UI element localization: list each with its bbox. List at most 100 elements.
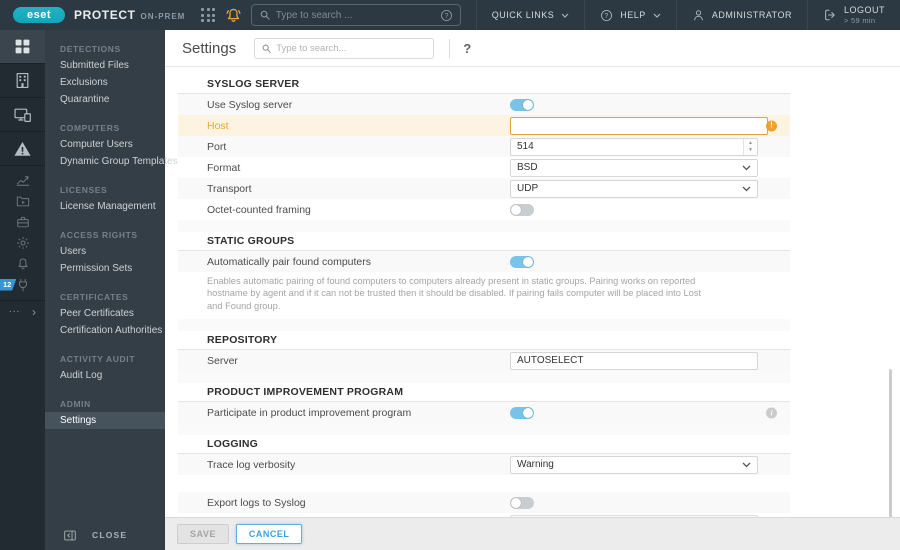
number-stepper[interactable]: ▴ ▾ xyxy=(743,138,757,155)
export-logs-to-syslog-toggle[interactable] xyxy=(510,496,534,509)
automatically-pair-found-computers-toggle[interactable] xyxy=(510,255,534,268)
field-label: Export logs to Syslog xyxy=(207,496,306,509)
main-panel: Settings ? SYSLOG SERVER Use Syslog serve… xyxy=(165,30,900,550)
toggle-knob xyxy=(523,99,533,110)
selected-value: Warning xyxy=(517,459,554,471)
participate-in-product-improvement-program-toggle[interactable] xyxy=(510,406,534,419)
save-button[interactable]: SAVE xyxy=(177,524,229,544)
nav-section-heading: CERTIFICATES xyxy=(60,292,129,302)
toggle-knob xyxy=(511,204,521,215)
logout-icon xyxy=(823,8,837,22)
help-icon[interactable]: ? xyxy=(463,41,471,56)
rail-installers-briefcase-button[interactable] xyxy=(0,211,45,232)
rail-tasks-folder-button[interactable] xyxy=(0,190,45,211)
host-input[interactable] xyxy=(510,116,768,135)
sidebar-item-exclusions[interactable]: Exclusions xyxy=(45,74,165,91)
section-gap xyxy=(178,220,790,232)
sidebar-item-audit-log[interactable]: Audit Log xyxy=(45,367,165,384)
administrator-menu[interactable]: ADMINISTRATOR xyxy=(675,0,807,30)
nav-section-heading: DETECTIONS xyxy=(60,44,121,54)
sidebar: DETECTIONS Submitted Files Exclusions Quara… xyxy=(45,30,178,550)
form-row-trace-log-verbosity: Trace log verbosity Warning xyxy=(178,454,790,476)
installers-briefcase-icon xyxy=(16,215,30,229)
form-row-participate-in-product-improvement-program: Participate in product improvement progr… xyxy=(178,402,790,424)
sidebar-item-settings[interactable]: Settings xyxy=(45,412,165,429)
rail-notifications-bell-button[interactable] xyxy=(0,253,45,274)
quick-links-label: QUICK LINKS xyxy=(491,10,555,20)
field-label: Trace log verbosity xyxy=(207,458,296,471)
logout-menu[interactable]: LOGOUT > 59 min xyxy=(806,0,900,30)
svg-text:?: ? xyxy=(605,12,609,19)
scrollbar-thumb[interactable] xyxy=(889,369,892,518)
nav-section-heading: ADMIN xyxy=(60,399,91,409)
search-icon xyxy=(259,9,271,21)
apps-grid-icon[interactable] xyxy=(201,8,216,22)
sidebar-item-submitted-files[interactable]: Submitted Files xyxy=(45,57,165,74)
policies-gear-icon xyxy=(16,236,30,250)
sidebar-item-permission-sets[interactable]: Permission Sets xyxy=(45,260,165,277)
cancel-button[interactable]: CANCEL xyxy=(235,524,303,544)
chevron-down-icon xyxy=(742,462,751,468)
repository-server-input[interactable] xyxy=(510,351,758,370)
eset-logo[interactable]: eset xyxy=(13,7,65,23)
section-gap xyxy=(178,371,790,384)
global-search-input[interactable] xyxy=(270,9,440,21)
rail-dashboard-button[interactable] xyxy=(0,30,45,64)
settings-search[interactable] xyxy=(254,37,435,59)
rail-detections-warning-button[interactable] xyxy=(0,132,45,166)
rail-more-button[interactable]: ... › xyxy=(0,300,45,323)
section-heading: PRODUCT IMPROVEMENT PROGRAM xyxy=(178,383,790,403)
section-gap xyxy=(178,423,790,436)
rail-policies-gear-button[interactable] xyxy=(0,232,45,253)
eset-logo-text: eset xyxy=(26,9,52,21)
rail-reports-chart-button[interactable] xyxy=(0,169,45,190)
trace-log-verbosity-select[interactable]: Warning xyxy=(510,455,758,474)
sidebar-item-peer-certificates[interactable]: Peer Certificates xyxy=(45,305,165,322)
rail-devices-button[interactable] xyxy=(0,98,45,132)
search-icon xyxy=(261,43,272,54)
selected-value: BSD xyxy=(517,162,538,173)
nav-section-heading: COMPUTERS xyxy=(60,123,120,133)
notifications-bell-icon[interactable] xyxy=(225,7,242,24)
port-input[interactable] xyxy=(510,137,758,156)
help-circle-icon: ? xyxy=(600,9,613,22)
topbar: eset PROTECT ON-PREM ? QUICK LINKS ? xyxy=(0,0,900,30)
detections-warning-icon xyxy=(13,140,32,158)
field-label: Port xyxy=(207,140,227,153)
sidebar-item-license-management[interactable]: License Management xyxy=(45,198,165,215)
global-search[interactable]: ? xyxy=(250,4,461,26)
stepper-up-icon[interactable]: ▴ xyxy=(749,140,752,147)
rail-computers-building-button[interactable] xyxy=(0,64,45,98)
help-menu[interactable]: ? HELP xyxy=(584,0,676,30)
search-help-icon[interactable]: ? xyxy=(440,9,453,22)
alert-count-badge: 12 xyxy=(0,279,17,291)
logout-label: LOGOUT xyxy=(843,5,885,16)
collapse-label: CLOSE xyxy=(92,530,128,540)
stepper-down-icon[interactable]: ▾ xyxy=(749,147,752,154)
form-row-repository-server: Server xyxy=(178,350,790,372)
sidebar-item-computer-users[interactable]: Computer Users xyxy=(45,136,165,153)
topbar-menu: QUICK LINKS ? HELP ADMINISTRATOR LOGOUT … xyxy=(475,0,900,30)
sidebar-item-dynamic-group-templates[interactable]: Dynamic Group Templates xyxy=(45,153,178,170)
field-label: Automatically pair found computers xyxy=(207,255,371,268)
tasks-folder-icon xyxy=(16,194,30,208)
quick-links-menu[interactable]: QUICK LINKS xyxy=(475,0,585,30)
format-select[interactable]: BSD xyxy=(510,158,758,177)
use-syslog-server-toggle[interactable] xyxy=(510,98,534,111)
sidebar-item-certification-authorities[interactable]: Certification Authorities xyxy=(45,322,165,339)
sidebar-item-quarantine[interactable]: Quarantine xyxy=(45,91,165,108)
chevron-down-icon xyxy=(653,13,661,18)
settings-search-input[interactable] xyxy=(272,41,428,55)
help-label: HELP xyxy=(620,10,646,20)
form-row-export-logs-to-syslog: Export logs to Syslog xyxy=(178,492,790,514)
rail-status-overview-plug-button[interactable]: 12 xyxy=(0,274,45,295)
toggle-knob xyxy=(523,256,533,267)
field-label: Host xyxy=(207,119,229,132)
chevron-right-icon: › xyxy=(32,305,36,319)
octet-counted-framing-toggle[interactable] xyxy=(510,203,534,216)
sidebar-item-users[interactable]: Users xyxy=(45,243,165,260)
field-label: Format xyxy=(207,161,241,174)
product-name: PROTECT xyxy=(74,8,136,22)
transport-select[interactable]: UDP xyxy=(510,179,758,198)
sidebar-collapse-button[interactable]: CLOSE xyxy=(45,520,165,550)
